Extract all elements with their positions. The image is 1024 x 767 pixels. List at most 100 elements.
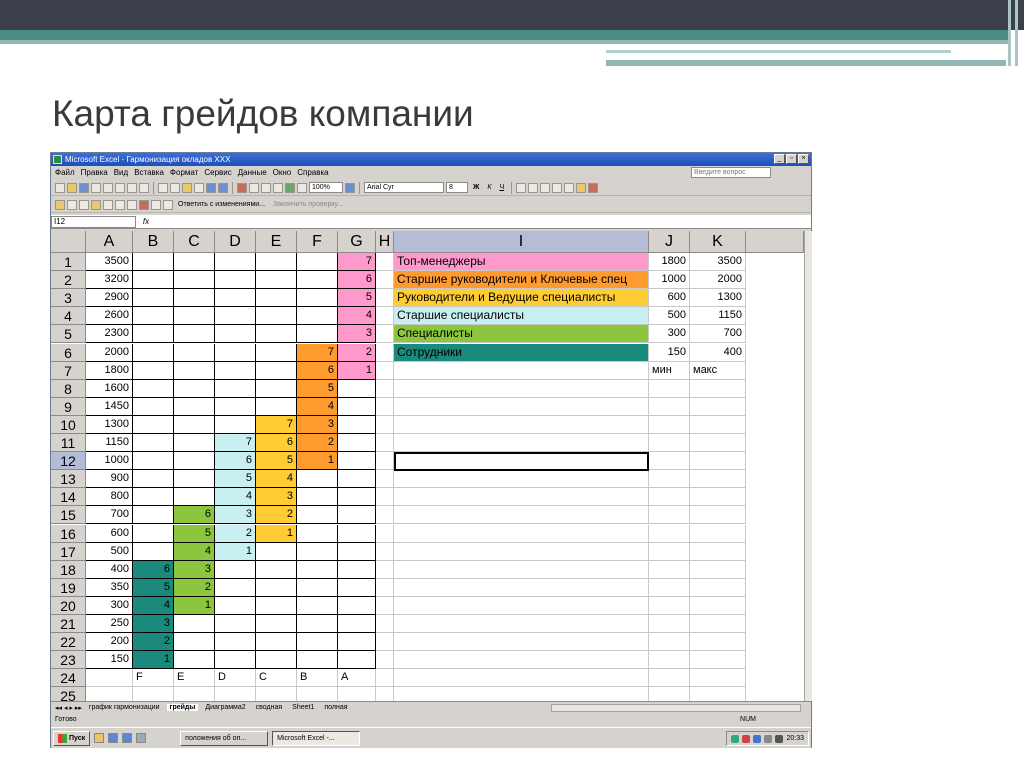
grid-cell[interactable]	[297, 524, 338, 543]
grid-cell[interactable]	[174, 687, 215, 701]
grid-cell[interactable]	[394, 488, 649, 507]
grid-cell[interactable]	[133, 343, 174, 362]
grid-cell[interactable]	[256, 289, 297, 308]
legend-label[interactable]: Топ-менеджеры	[394, 253, 649, 272]
grid-cell[interactable]	[215, 687, 256, 701]
salary-cell[interactable]: 300	[86, 596, 133, 615]
grade-cell[interactable]: 4	[133, 596, 174, 615]
grid-cell[interactable]	[376, 289, 394, 308]
grid-cell[interactable]	[256, 343, 297, 362]
fx-label[interactable]: fx	[136, 217, 156, 226]
grid-cell[interactable]	[338, 506, 376, 525]
quicklaunch-icon[interactable]	[136, 733, 147, 743]
grid-cell[interactable]	[133, 307, 174, 326]
row-header[interactable]: 16	[51, 524, 86, 543]
grid-cell[interactable]	[174, 379, 215, 398]
close-button[interactable]: ×	[798, 154, 809, 164]
grade-cell[interactable]: 4	[338, 307, 376, 326]
tray-icon[interactable]	[742, 734, 751, 743]
grade-cell[interactable]: 6	[297, 361, 338, 380]
grid-cell[interactable]	[297, 542, 338, 561]
grid-cell[interactable]	[174, 361, 215, 380]
grid-cell[interactable]	[690, 596, 746, 615]
grid-cell[interactable]	[174, 307, 215, 326]
grid-cell[interactable]	[376, 578, 394, 597]
track-changes-icon[interactable]	[139, 199, 149, 210]
grid-cell[interactable]	[133, 488, 174, 507]
grid-cell[interactable]	[376, 253, 394, 272]
column-header-h[interactable]: H	[376, 231, 394, 253]
worksheet-grid[interactable]: A B C D E F G H I J K 1 2 3 4 5 6 7 8 9 10 11 12 13 14 15 16 17 18 19…	[51, 231, 804, 701]
grade-cell[interactable]: 7	[256, 415, 297, 434]
grid-cell[interactable]	[394, 542, 649, 561]
row-header[interactable]: 6	[51, 343, 86, 362]
grid-cell[interactable]	[376, 633, 394, 652]
grade-cell[interactable]: 6	[215, 452, 256, 471]
redo-icon[interactable]	[218, 182, 228, 193]
align-center-icon[interactable]	[528, 182, 539, 193]
grid-cell[interactable]	[338, 415, 376, 434]
grid-cell[interactable]	[297, 651, 338, 670]
grid-cell[interactable]	[649, 452, 690, 471]
grid-cell[interactable]	[256, 633, 297, 652]
italic-button[interactable]: К	[484, 184, 494, 191]
legend-min[interactable]: 1800	[649, 253, 690, 272]
grid-cell[interactable]	[133, 434, 174, 453]
column-header-e[interactable]: E	[256, 231, 297, 253]
salary-cell[interactable]: 3500	[86, 253, 133, 272]
grid-cell[interactable]	[256, 361, 297, 380]
grid-cell[interactable]	[338, 560, 376, 579]
salary-cell[interactable]: 1150	[86, 434, 133, 453]
grid-cell[interactable]	[174, 615, 215, 634]
menu-item[interactable]: Файл	[55, 166, 75, 179]
review-icon[interactable]	[67, 199, 77, 210]
grid-cell[interactable]	[649, 669, 690, 688]
row-header[interactable]: 23	[51, 651, 86, 670]
sheet-tab[interactable]: график гармонизации	[86, 704, 163, 711]
grid-cell[interactable]	[215, 307, 256, 326]
salary-cell[interactable]: 3200	[86, 271, 133, 290]
legend-min[interactable]: 500	[649, 307, 690, 326]
grade-cell[interactable]: 2	[297, 434, 338, 453]
minimize-button[interactable]: _	[774, 154, 785, 164]
grid-cell[interactable]	[297, 615, 338, 634]
salary-cell[interactable]: 800	[86, 488, 133, 507]
grid-cell[interactable]	[215, 361, 256, 380]
bold-button[interactable]: Ж	[470, 184, 482, 191]
column-header-c[interactable]: C	[174, 231, 215, 253]
row-header[interactable]: 15	[51, 506, 86, 525]
open-folder-icon[interactable]	[67, 182, 77, 193]
new-document-icon[interactable]	[55, 182, 65, 193]
grade-cell[interactable]: 2	[174, 578, 215, 597]
review-icon[interactable]	[79, 199, 89, 210]
grade-cell[interactable]: 1	[174, 596, 215, 615]
legend-min[interactable]: 600	[649, 289, 690, 308]
row-header[interactable]: 3	[51, 289, 86, 308]
grid-cell[interactable]	[215, 415, 256, 434]
grid-cell[interactable]	[174, 633, 215, 652]
row-header[interactable]: 2	[51, 271, 86, 290]
grid-cell[interactable]	[649, 379, 690, 398]
grade-cell[interactable]: 1	[215, 542, 256, 561]
grade-cell[interactable]: 1	[338, 361, 376, 380]
row-header[interactable]: 21	[51, 615, 86, 634]
grid-cell[interactable]	[690, 506, 746, 525]
grid-cell[interactable]	[376, 488, 394, 507]
salary-cell[interactable]: 1800	[86, 361, 133, 380]
grid-cell[interactable]	[133, 524, 174, 543]
horizontal-scrollbar[interactable]	[551, 704, 801, 712]
grid-cell[interactable]	[376, 307, 394, 326]
grid-cell[interactable]	[338, 578, 376, 597]
quicklaunch-icon[interactable]	[108, 733, 119, 743]
grid-cell[interactable]	[174, 271, 215, 290]
grid-cell[interactable]	[338, 397, 376, 416]
legend-min[interactable]: 150	[649, 343, 690, 362]
grid-cell[interactable]	[297, 307, 338, 326]
grid-cell[interactable]	[649, 560, 690, 579]
grid-cell[interactable]	[649, 397, 690, 416]
grid-cell[interactable]	[690, 452, 746, 471]
window-titlebar[interactable]: Microsoft Excel - Гармонизация окладов Х…	[51, 153, 811, 166]
grid-cell[interactable]	[649, 578, 690, 597]
grid-cell[interactable]	[394, 615, 649, 634]
grid-cell[interactable]	[690, 651, 746, 670]
